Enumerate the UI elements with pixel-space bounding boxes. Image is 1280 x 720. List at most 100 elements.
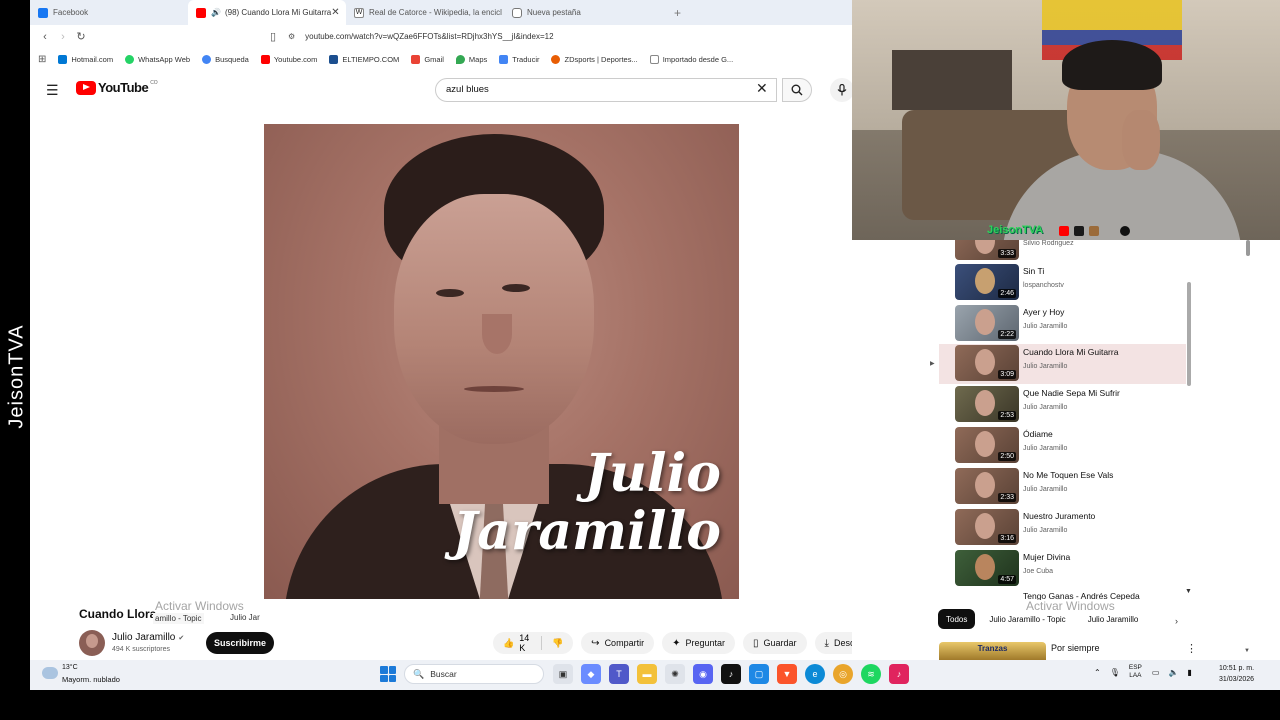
reload-icon[interactable]: ↻ (72, 30, 90, 43)
url-field[interactable]: ⚙ youtube.com/watch?v=wQZae6FFOTs&list=R… (288, 32, 554, 41)
dislike-button[interactable]: 👎 (542, 632, 573, 654)
taskbar-search[interactable]: 🔍 Buscar (404, 664, 544, 684)
chip-artist[interactable]: Julio Jaramillo (1080, 609, 1147, 629)
subscriber-count: 494 K suscriptores (112, 646, 170, 653)
volume-icon[interactable]: 🔈 (1168, 668, 1178, 677)
tab-facebook[interactable]: Facebook (30, 0, 188, 25)
channel-name[interactable]: Julio Jaramillo ✔ (112, 632, 184, 643)
bookmark-icon[interactable]: ▯ (264, 30, 282, 43)
tab-new-tab[interactable]: Nueva pestaña (504, 0, 662, 25)
like-button[interactable]: 👍 14 K (493, 632, 541, 654)
bookmark-maps[interactable]: Maps (455, 54, 487, 64)
teams-icon[interactable]: T (609, 664, 629, 684)
video-player[interactable]: Julio Jaramillo (264, 124, 739, 599)
channel-avatar[interactable] (79, 630, 105, 656)
site-settings-icon[interactable]: ⚙ (288, 32, 295, 41)
copilot-icon[interactable]: ◆ (581, 664, 601, 684)
playlist-item[interactable]: 2:50 Ódiame Julio Jaramillo (938, 426, 1186, 466)
spotify-icon[interactable]: ≋ (861, 664, 881, 684)
menu-icon[interactable]: ☰ (46, 82, 59, 99)
playlist-item[interactable]: 2:22 Ayer y Hoy Julio Jaramillo (938, 304, 1186, 344)
new-tab-button[interactable]: + (662, 6, 693, 20)
save-button[interactable]: ▯ Guardar (743, 632, 807, 654)
tab-youtube-active[interactable]: 🔊 (98) Cuando Llora Mi Guitarra ✕ (188, 0, 346, 25)
duration-badge: 2:22 (998, 330, 1016, 339)
next-video-title[interactable]: Por siempre (1051, 643, 1100, 653)
chatgpt-icon[interactable]: ✺ (665, 664, 685, 684)
edge-icon[interactable]: e (805, 664, 825, 684)
ask-label: Preguntar (685, 638, 725, 648)
discord-icon[interactable]: ◉ (693, 664, 713, 684)
voice-search-button[interactable] (830, 78, 852, 102)
x-icon (1074, 226, 1084, 236)
subscribe-button[interactable]: Suscribirme (206, 632, 274, 654)
thumbnail-face (975, 390, 995, 416)
tiktok-studio-icon[interactable]: ♪ (889, 664, 909, 684)
weather-temperature[interactable]: 13°C (62, 664, 78, 671)
ask-button[interactable]: ✦ Preguntar (662, 632, 735, 654)
brave-icon[interactable]: ▼ (777, 664, 797, 684)
share-button[interactable]: ↪ Compartir (581, 632, 655, 654)
network-icon[interactable]: ▭ (1152, 668, 1160, 677)
whatsapp-icon (125, 54, 135, 64)
overlay-line-1: Julio (584, 443, 721, 504)
chevron-right-icon[interactable]: › (1175, 616, 1178, 626)
back-icon[interactable]: ‹ (36, 31, 54, 43)
bookmark-whatsapp[interactable]: WhatsApp Web (125, 54, 190, 64)
playlist-channel: Julio Jaramillo (1023, 404, 1068, 411)
apps-icon[interactable]: ⊞ (38, 54, 46, 65)
clear-search-icon[interactable]: ✕ (756, 80, 768, 97)
playlist-item[interactable]: 3:33 Silvio Rodriguez (938, 240, 1186, 262)
chevron-up-icon[interactable]: ⌃ (1094, 668, 1101, 677)
search-button[interactable] (782, 78, 812, 102)
bookmark-hotmail[interactable]: Hotmail.com (58, 54, 113, 64)
tab-label: Facebook (53, 8, 89, 17)
close-tab-icon[interactable]: ✕ (331, 7, 339, 18)
battery-icon[interactable]: ▮ (1187, 668, 1191, 677)
google-icon (202, 54, 212, 64)
file-explorer-icon[interactable]: ▬ (637, 664, 657, 684)
photos-icon[interactable]: ▢ (749, 664, 769, 684)
next-video-thumbnail[interactable]: Tranzas (939, 642, 1046, 660)
playlist-item-current[interactable]: ▶ 3:09 Cuando Llora Mi Guitarra Julio Ja… (930, 344, 1186, 384)
chip-todos[interactable]: Todos (938, 609, 976, 629)
scroll-down-icon[interactable]: ▼ (1244, 648, 1250, 654)
playlist-item[interactable]: 4:57 Mujer Divina Joe Cuba (938, 549, 1186, 589)
download-button[interactable]: ⤓ Descargar (814, 632, 852, 654)
playlist-scrollbar[interactable] (1187, 282, 1191, 386)
playlist-item[interactable]: 2:33 No Me Toquen Ese Vals Julio Jaramil… (938, 467, 1186, 507)
bookmark-busqueda[interactable]: Busqueda (202, 54, 249, 64)
bookmark-zdsports[interactable]: ZDsports | Deportes... (551, 54, 638, 64)
clock[interactable]: 10:51 p. m. 31/03/2026 (1219, 663, 1254, 685)
tab-bar: Facebook 🔊 (98) Cuando Llora Mi Guitarra… (30, 0, 852, 25)
chip-topic[interactable]: Julio Jaramillo - Topic (981, 609, 1073, 629)
sparkle-icon: ✦ (672, 637, 681, 649)
playlist-item[interactable]: 3:16 Nuestro Juramento Julio Jaramillo (938, 508, 1186, 548)
microphone-icon[interactable]: 🎙 (1110, 668, 1120, 677)
search-input[interactable]: azul blues (435, 78, 777, 102)
forward-icon[interactable]: › (54, 31, 72, 43)
bookmark-importado[interactable]: Importado desde G... (649, 54, 733, 64)
tab-wikipedia[interactable]: W Real de Catorce - Wikipedia, la encicl (346, 0, 504, 25)
page-scrollbar[interactable] (1246, 240, 1250, 256)
bookmark-gmail[interactable]: Gmail (411, 54, 444, 64)
cloud-icon[interactable] (42, 667, 58, 679)
bookmark-traducir[interactable]: Traducir (499, 54, 539, 64)
bookmark-youtube[interactable]: Youtube.com (260, 54, 317, 64)
chevron-down-icon[interactable]: ▼ (1185, 588, 1192, 595)
playlist-item[interactable]: 2:46 Sin Ti lospanchostv (938, 263, 1186, 303)
playlist-thumbnail: 3:09 (955, 345, 1019, 381)
weather-description[interactable]: Mayorm. nublado (62, 675, 120, 684)
task-view-icon[interactable]: ▣ (553, 664, 573, 684)
chrome-icon[interactable]: ◎ (833, 664, 853, 684)
youtube-icon (196, 7, 206, 18)
bookmark-eltiempo[interactable]: ELTIEMPO.COM (329, 54, 399, 64)
tiktok-icon[interactable]: ♪ (721, 664, 741, 684)
start-button[interactable] (380, 666, 396, 682)
address-bar: ‹ › ↻ ▯ ⚙ youtube.com/watch?v=wQZae6FFOT… (30, 25, 852, 48)
youtube-logo[interactable]: YouTube CO (76, 80, 158, 95)
language-indicator[interactable]: ESP LAA (1129, 664, 1142, 680)
playlist-item[interactable]: 2:53 Que Nadie Sepa Mi Sufrir Julio Jara… (938, 385, 1186, 425)
duration-badge: 2:33 (998, 493, 1016, 502)
more-vert-icon[interactable]: ⋮ (1186, 642, 1197, 655)
